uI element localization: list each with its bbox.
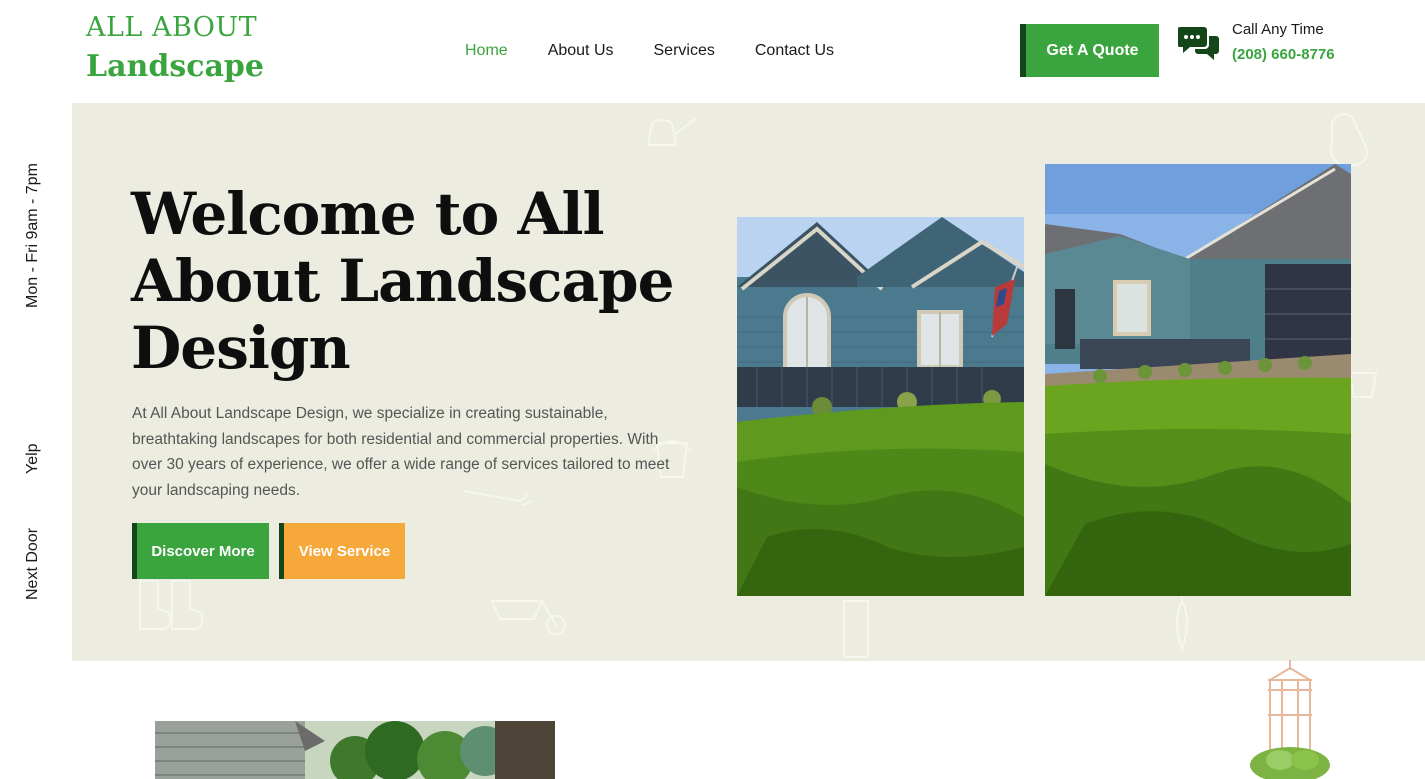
nav-services[interactable]: Services bbox=[654, 42, 715, 60]
hero-title: Welcome to All About Landscape Design bbox=[131, 180, 675, 382]
featured-project-photo bbox=[155, 721, 555, 779]
next-door-link[interactable]: Next Door bbox=[24, 528, 42, 600]
hanging-planter-decoration bbox=[1250, 660, 1330, 779]
hero-section: Welcome to All About Landscape Design At… bbox=[72, 103, 1425, 661]
logo[interactable]: ALL ABOUT Landscape bbox=[86, 12, 264, 85]
main-nav: Home About Us Services Contact Us bbox=[465, 42, 834, 60]
hero-photo-house-side bbox=[1045, 164, 1351, 596]
site-header: ALL ABOUT Landscape Home About Us Servic… bbox=[0, 0, 1425, 103]
logo-line-2: Landscape bbox=[86, 49, 264, 85]
nav-home[interactable]: Home bbox=[465, 42, 508, 60]
call-any-time-label: Call Any Time bbox=[1232, 21, 1324, 38]
get-a-quote-button[interactable]: Get A Quote bbox=[1020, 24, 1159, 77]
hero-description: At All About Landscape Design, we specia… bbox=[132, 405, 670, 499]
view-service-button[interactable]: View Service bbox=[279, 523, 405, 579]
nav-contact-us[interactable]: Contact Us bbox=[755, 42, 834, 60]
chat-bubbles-icon bbox=[1178, 27, 1219, 60]
logo-line-1: ALL ABOUT bbox=[86, 12, 258, 43]
nav-about-us[interactable]: About Us bbox=[548, 42, 614, 60]
phone-number-link[interactable]: (208) 660-8776 bbox=[1232, 46, 1335, 63]
business-hours: Mon - Fri 9am - 7pm bbox=[24, 163, 41, 308]
yelp-link[interactable]: Yelp bbox=[24, 443, 42, 474]
discover-more-button[interactable]: Discover More bbox=[132, 523, 269, 579]
hero-photo-house-front bbox=[737, 217, 1024, 596]
